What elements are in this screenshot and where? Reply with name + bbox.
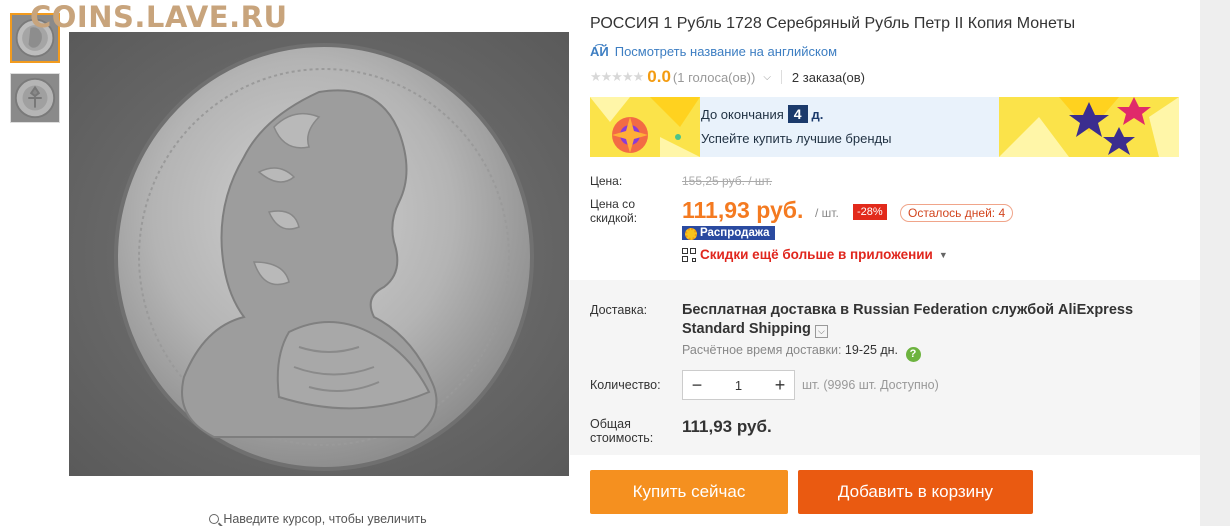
promo-countdown: До окончания 4 д.	[701, 105, 823, 123]
watermark: COINS.LAVE.RU	[30, 0, 288, 34]
price-unit: / шт.	[815, 206, 839, 220]
thumbnail-reverse[interactable]	[10, 73, 60, 123]
countdown-prefix: До окончания	[701, 107, 784, 122]
sale-sun-icon	[685, 228, 697, 240]
delivery-time: Расчётное время доставки: 19-25 дн. ?	[682, 343, 921, 362]
magnifier-icon	[209, 514, 220, 524]
orders-count: 2 заказа(ов)	[791, 69, 865, 85]
promo-right-decoration-icon	[999, 97, 1179, 157]
old-price: 155,25 руб. / шт.	[682, 174, 773, 188]
divider	[780, 70, 782, 84]
sale-badge: Распродажа	[682, 226, 775, 240]
increment-button[interactable]: +	[766, 371, 794, 399]
countdown-days-unit: д.	[811, 107, 824, 122]
discounted-price: 111,93 руб.	[682, 197, 804, 223]
delivery-info[interactable]: Бесплатная доставка в Russian Federation…	[682, 301, 1182, 339]
translate-link[interactable]: A͡Й Посмотреть название на английском	[590, 44, 837, 59]
delivery-section: Доставка: Бесплатная доставка в Russian …	[570, 280, 1200, 455]
days-left-badge: Осталось дней: 4	[900, 204, 1014, 222]
price-label: Цена:	[590, 174, 623, 188]
buy-now-button[interactable]: Купить сейчас	[590, 470, 788, 514]
rating-value: 0.0	[647, 67, 671, 86]
add-to-cart-button[interactable]: Добавить в корзину	[798, 470, 1033, 514]
promo-banner[interactable]: До окончания 4 д. Успейте купить лучшие бр…	[590, 97, 1179, 157]
translate-link-text[interactable]: Посмотреть название на английском	[615, 44, 837, 59]
total-price: 111,93 руб.	[682, 417, 772, 436]
app-discount-text[interactable]: Скидки ещё больше в приложении	[700, 247, 933, 262]
delivery-label: Доставка:	[590, 303, 648, 317]
main-product-image[interactable]	[69, 32, 569, 476]
chevron-down-icon[interactable]: ⌵	[814, 325, 828, 338]
countdown-days-number: 4	[787, 105, 808, 123]
votes-count[interactable]: (1 голоса(ов))	[673, 70, 755, 85]
quantity-stepper[interactable]: − 1 +	[682, 370, 795, 400]
quantity-input[interactable]: 1	[711, 378, 766, 393]
sale-badge-label: Распродажа	[700, 227, 770, 239]
qr-code-icon	[682, 247, 696, 262]
coin-thumbnail-image	[11, 74, 59, 122]
delivery-free-text: Бесплатная доставка	[682, 302, 837, 318]
zoom-hint-text: Наведите курсор, чтобы увеличить	[223, 512, 427, 526]
chevron-down-icon[interactable]: ⌵	[763, 72, 771, 83]
total-label: Общая стоимость:	[590, 417, 654, 445]
decrement-button[interactable]: −	[683, 371, 711, 399]
delivery-time-label: Расчётное время доставки:	[682, 343, 842, 357]
coin-image	[69, 32, 569, 476]
rating-stars-icon: ★★★★★	[590, 69, 644, 84]
quantity-label: Количество:	[590, 378, 661, 392]
product-title: РОССИЯ 1 Рубль 1728 Серебряный Рубль Пет…	[590, 15, 1076, 32]
promo-left-decoration-icon	[590, 97, 700, 157]
caret-down-icon[interactable]: ▼	[939, 250, 948, 260]
rating-row: ★★★★★ 0.0 (1 голоса(ов)) ⌵ 2 заказа(ов)	[590, 67, 865, 87]
quantity-available: шт. (9996 шт. Доступно)	[802, 378, 939, 392]
image-gallery: COINS.LAVE.RU Наведите курсор, чтобы уве…	[0, 0, 570, 526]
help-icon[interactable]: ?	[905, 347, 921, 362]
delivery-time-value: 19-25 дн.	[844, 343, 899, 357]
zoom-hint: Наведите курсор, чтобы увеличить	[0, 512, 636, 526]
app-discount-link[interactable]: Скидки ещё больше в приложении ▼	[682, 247, 948, 262]
discount-badge: -28%	[853, 204, 887, 220]
product-info: РОССИЯ 1 Рубль 1728 Серебряный Рубль Пет…	[570, 0, 1200, 526]
discount-price-label: Цена со скидкой:	[590, 197, 638, 225]
translate-icon: A͡Й	[590, 44, 609, 59]
promo-slogan: Успейте купить лучшие бренды	[701, 131, 892, 146]
